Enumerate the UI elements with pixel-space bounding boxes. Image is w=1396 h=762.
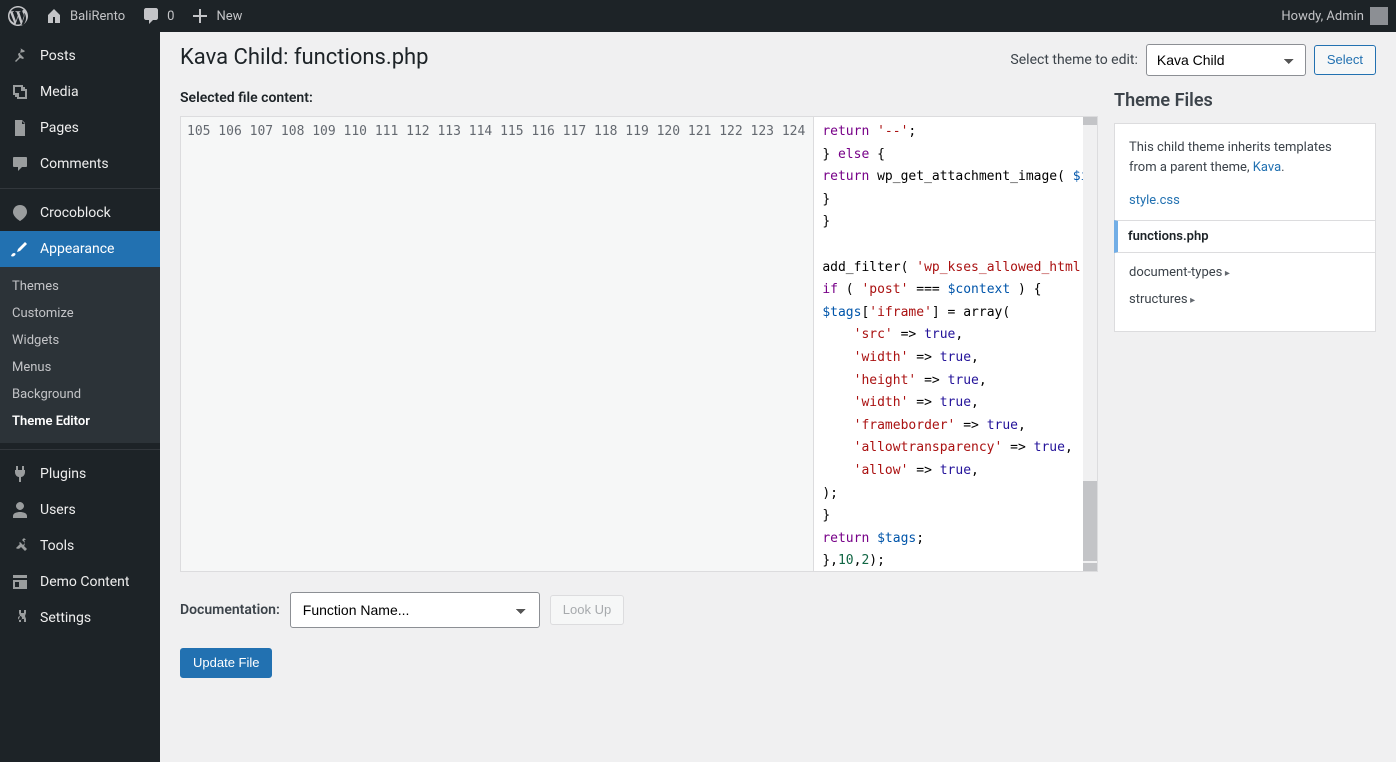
selected-file-label: Selected file content: [180, 90, 1098, 106]
scroll-arrow-down[interactable] [1083, 563, 1097, 571]
submenu-item-customize[interactable]: Customize [0, 300, 160, 327]
appearance-submenu: ThemesCustomizeWidgetsMenusBackgroundThe… [0, 267, 160, 443]
sidebar-item-appearance[interactable]: Appearance [0, 231, 160, 267]
plugin-icon [10, 464, 30, 484]
file-style-css[interactable]: style.css [1129, 187, 1361, 214]
admin-sidebar: PostsMediaPagesComments CrocoblockAppeara… [0, 32, 160, 762]
line-numbers: 105 106 107 108 109 110 111 112 113 114 … [181, 117, 814, 571]
sidebar-item-crocoblock[interactable]: Crocoblock [0, 195, 160, 231]
file-document-types[interactable]: document-types [1129, 259, 1361, 286]
page-icon [10, 118, 30, 138]
sidebar-item-plugins[interactable]: Plugins [0, 456, 160, 492]
submenu-item-themes[interactable]: Themes [0, 273, 160, 300]
comments-link[interactable]: 0 [141, 6, 174, 26]
sidebar-item-pages[interactable]: Pages [0, 110, 160, 146]
scroll-thumb[interactable] [1083, 481, 1097, 561]
page-title: Kava Child: functions.php [180, 45, 429, 70]
select-button[interactable]: Select [1314, 45, 1376, 75]
sidebar-item-demo-content[interactable]: Demo Content [0, 564, 160, 600]
wp-logo[interactable] [8, 6, 28, 26]
demo-icon [10, 572, 30, 592]
user-icon [10, 500, 30, 520]
submenu-item-background[interactable]: Background [0, 381, 160, 408]
code-content[interactable]: return '--'; } else { return wp_get_atta… [814, 117, 1097, 571]
file-list: style.cssfunctions.phpdocument-typesstru… [1129, 187, 1361, 313]
wordpress-icon [8, 6, 28, 26]
documentation-select[interactable]: Function Name... [290, 592, 540, 628]
sidebar-item-tools[interactable]: Tools [0, 528, 160, 564]
submenu-item-menus[interactable]: Menus [0, 354, 160, 381]
croco-icon [10, 203, 30, 223]
avatar [1370, 7, 1388, 25]
new-content-link[interactable]: New [190, 6, 242, 26]
brush-icon [10, 239, 30, 259]
scrollbar-track[interactable] [1083, 117, 1097, 571]
theme-files-title: Theme Files [1114, 90, 1376, 111]
documentation-label: Documentation: [180, 602, 280, 618]
sidebar-item-comments[interactable]: Comments [0, 146, 160, 182]
content-area: Kava Child: functions.php Select theme t… [160, 32, 1396, 762]
site-name: BaliRento [70, 9, 125, 24]
home-icon [44, 6, 64, 26]
parent-theme-link[interactable]: Kava [1253, 160, 1281, 175]
howdy-user-link[interactable]: Howdy, Admin [1281, 7, 1388, 25]
site-home-link[interactable]: BaliRento [44, 6, 125, 26]
lookup-button[interactable]: Look Up [550, 595, 624, 625]
submenu-item-theme-editor[interactable]: Theme Editor [0, 408, 160, 435]
comment-icon [141, 6, 161, 26]
code-editor[interactable]: 105 106 107 108 109 110 111 112 113 114 … [180, 116, 1098, 572]
theme-files-panel: This child theme inherits templates from… [1114, 123, 1376, 332]
select-theme-label: Select theme to edit: [1010, 52, 1137, 68]
submenu-item-widgets[interactable]: Widgets [0, 327, 160, 354]
media-icon [10, 82, 30, 102]
scroll-arrow-up[interactable] [1083, 117, 1097, 125]
plus-icon [190, 6, 210, 26]
sidebar-item-users[interactable]: Users [0, 492, 160, 528]
file-structures[interactable]: structures [1129, 286, 1361, 313]
comment-icon [10, 154, 30, 174]
file-functions-php[interactable]: functions.php [1114, 220, 1376, 253]
pin-icon [10, 46, 30, 66]
wrench-icon [10, 536, 30, 556]
sidebar-item-posts[interactable]: Posts [0, 38, 160, 74]
sidebar-item-media[interactable]: Media [0, 74, 160, 110]
sidebar-item-settings[interactable]: Settings [0, 600, 160, 636]
new-label: New [216, 9, 242, 24]
theme-select[interactable]: Kava Child [1146, 44, 1306, 76]
update-file-button[interactable]: Update File [180, 648, 272, 678]
settings-icon [10, 608, 30, 628]
comment-count: 0 [167, 9, 174, 24]
admin-toolbar: BaliRento 0 New Howdy, Admin [0, 0, 1396, 32]
